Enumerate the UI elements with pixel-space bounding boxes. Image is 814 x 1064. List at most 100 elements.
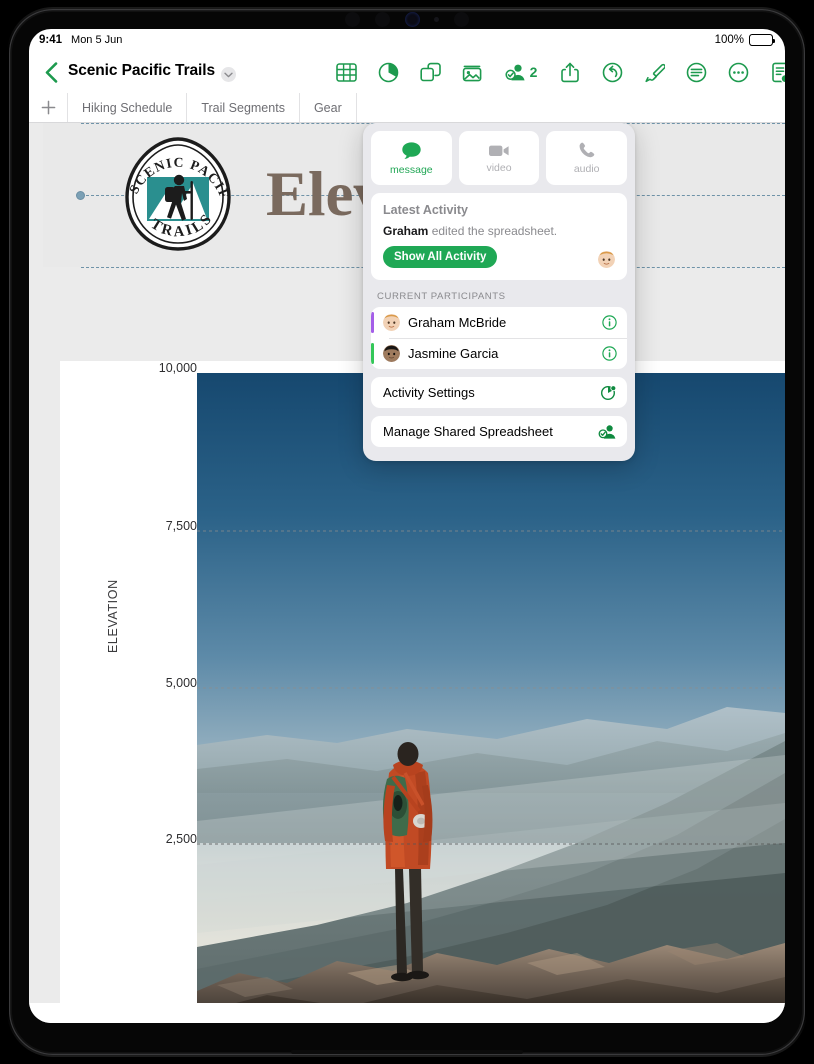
participant-info-button[interactable]: [602, 346, 617, 366]
insert-chart-button[interactable]: [367, 51, 409, 93]
participant-name: Graham McBride: [408, 315, 507, 330]
activity-actor: Graham: [383, 224, 429, 238]
y-axis-tick: 7,500: [165, 519, 197, 533]
undo-arrow-icon: [602, 62, 622, 82]
collaborate-button[interactable]: 2: [493, 51, 549, 93]
popover-arrow: [482, 123, 502, 124]
info-circle-icon: [602, 346, 617, 361]
scenic-pacific-trails-logo: SCENIC PACIFIC TRAILS: [113, 123, 237, 255]
ellipsis-circle-icon: [728, 62, 748, 82]
y-axis: ELEVATION 10,000 7,500 5,000 2,500: [60, 361, 197, 1003]
manage-shared-label: Manage Shared Spreadsheet: [383, 424, 553, 439]
manage-shared-spreadsheet-button[interactable]: Manage Shared Spreadsheet: [371, 416, 627, 447]
insert-table-button[interactable]: [325, 51, 367, 93]
chart-plot-area: [197, 373, 785, 1003]
table-icon: [335, 62, 357, 82]
sheet-tab-gear[interactable]: Gear: [300, 93, 357, 122]
activity-settings-icon: [600, 384, 617, 406]
status-date: Mon 5 Jun: [71, 34, 123, 46]
shapes-icon: [419, 62, 441, 81]
video-label: video: [486, 161, 512, 174]
sheet-tab-bar: Hiking Schedule Trail Segments Gear: [29, 93, 785, 123]
video-camera-icon: [489, 145, 509, 156]
message-bubble-icon: [402, 141, 421, 159]
participant-color-bar: [371, 312, 374, 333]
plus-icon: [41, 100, 55, 115]
insert-media-button[interactable]: [451, 51, 493, 93]
phone-handset-icon: [579, 142, 594, 158]
toolbar: 2: [325, 51, 785, 93]
latest-activity-title: Latest Activity: [383, 203, 468, 217]
show-all-activity-button[interactable]: Show All Activity: [383, 246, 498, 268]
message-label: message: [390, 163, 433, 176]
insert-shape-button[interactable]: [409, 51, 451, 93]
y-axis-label: ELEVATION: [106, 579, 120, 653]
selection-handle-left[interactable]: [76, 191, 85, 200]
paintbrush-icon: [644, 63, 665, 82]
sheet-tab-trail-segments[interactable]: Trail Segments: [187, 93, 300, 122]
status-bar: 9:41 Mon 5 Jun 100%: [29, 29, 785, 51]
y-axis-tick: 5,000: [165, 676, 197, 690]
format-button[interactable]: [633, 51, 675, 93]
latest-activity-text: Graham edited the spreadsheet.: [383, 224, 615, 238]
share-button[interactable]: [549, 51, 591, 93]
share-up-arrow-icon: [561, 62, 579, 82]
back-button[interactable]: [40, 61, 62, 83]
participant-name: Jasmine Garcia: [408, 346, 499, 361]
page-title: Scenic Pacific Trails: [68, 62, 215, 79]
y-axis-tick: 2,500: [165, 832, 197, 846]
participants-list: Graham McBride Jasmine Garcia: [371, 307, 627, 369]
sensor-dot: [434, 16, 440, 22]
participant-info-button[interactable]: [602, 315, 617, 335]
status-time: 9:41: [39, 34, 63, 46]
screen: 9:41 Mon 5 Jun 100% Scenic Pacific Trail…: [29, 29, 785, 1023]
battery-percent: 100%: [714, 34, 744, 46]
participant-color-bar: [371, 343, 374, 364]
sheet-tab-label: Gear: [313, 100, 342, 115]
collaborate-person-icon: [505, 64, 525, 81]
pie-chart-icon: [378, 62, 398, 82]
popover-action-buttons: message video audio: [371, 131, 628, 185]
y-axis-tick: 10,000: [158, 361, 197, 375]
video-button[interactable]: video: [458, 131, 540, 185]
chevron-left-icon: [45, 61, 57, 83]
latest-activity-card: Latest Activity Graham edited the spread…: [371, 193, 627, 280]
message-button[interactable]: message: [371, 131, 452, 185]
participant-row-graham[interactable]: Graham McBride: [371, 307, 627, 338]
status-bar-right: 100%: [714, 34, 776, 46]
activity-settings-label: Activity Settings: [383, 385, 475, 400]
sheet-tab-hiking-schedule[interactable]: Hiking Schedule: [68, 93, 188, 122]
lines-circle-icon: [686, 62, 706, 82]
mountain-hiker-photo: [197, 373, 785, 1003]
front-camera: [404, 11, 420, 27]
title-chevron-down-icon[interactable]: [221, 67, 236, 82]
home-indicator[interactable]: [291, 1049, 523, 1054]
ipad-device: 9:41 Mon 5 Jun 100% Scenic Pacific Trail…: [0, 0, 814, 1064]
participants-header: CURRENT PARTICIPANTS: [377, 291, 506, 302]
front-sensor-array: [345, 11, 469, 27]
graham-avatar: [383, 314, 400, 331]
activity-settings-button[interactable]: Activity Settings: [371, 377, 627, 408]
participant-row-jasmine[interactable]: Jasmine Garcia: [371, 338, 627, 369]
add-sheet-button[interactable]: [29, 93, 68, 122]
collaboration-popover: message video audio Latest Activity Grah…: [363, 123, 635, 461]
undo-button[interactable]: [591, 51, 633, 93]
audio-label: audio: [573, 163, 600, 175]
graham-avatar: [598, 251, 615, 268]
jasmine-avatar: [383, 345, 400, 362]
spreadsheet-canvas[interactable]: SCENIC PACIFIC TRAILS Elev ELEVATION: [29, 123, 785, 1003]
more-button[interactable]: [717, 51, 759, 93]
info-circle-icon: [602, 315, 617, 330]
navigation-bar: Scenic Pacific Trails 2: [29, 51, 785, 93]
document-collaboration-button[interactable]: [759, 51, 785, 93]
document-options-button[interactable]: [675, 51, 717, 93]
sensor-dot: [374, 11, 390, 27]
document-badge-icon: [771, 62, 785, 83]
photo-icon: [462, 65, 482, 81]
sensor-dot: [345, 11, 360, 27]
manage-share-icon: [598, 423, 617, 445]
audio-button[interactable]: audio: [546, 131, 628, 185]
bottom-area: [29, 1003, 785, 1023]
battery-icon: [749, 34, 776, 46]
status-bar-left: 9:41 Mon 5 Jun: [39, 34, 122, 46]
